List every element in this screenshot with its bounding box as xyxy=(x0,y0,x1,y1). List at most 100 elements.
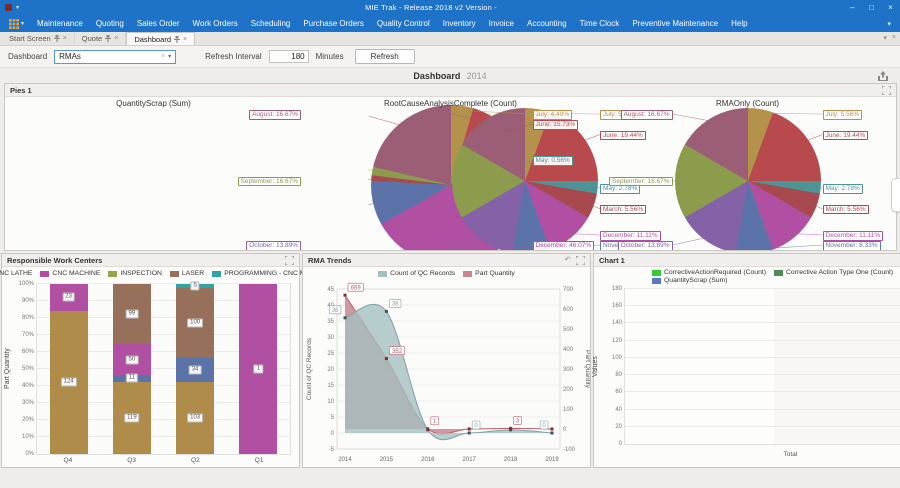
bar-segment-cnc-lathe[interactable]: 34 xyxy=(176,358,214,382)
combo-clear-icon[interactable]: × xyxy=(161,53,165,60)
bar-segment-cnc-machine[interactable]: 50 xyxy=(113,344,151,374)
bar-segment-blank[interactable]: 103 xyxy=(176,382,214,454)
y-tick-label: 140 xyxy=(598,320,622,326)
pin-icon[interactable] xyxy=(105,35,111,42)
y-tick-label: 40 xyxy=(598,407,622,413)
y-tick-label: 0% xyxy=(10,451,34,457)
svg-text:38: 38 xyxy=(392,302,399,308)
close-all-tabs-icon[interactable]: × xyxy=(892,34,896,42)
stacked-bar-q4[interactable]: 12423 xyxy=(50,284,88,454)
legend-swatch xyxy=(774,270,783,276)
app-grid-icon xyxy=(9,19,19,29)
pie-slice-label: September: 16.67% xyxy=(238,177,301,187)
y-tick-label: 160 xyxy=(598,303,622,309)
stacked-bar-q2[interactable]: 103341005 xyxy=(176,284,214,454)
menu-item-work-orders[interactable]: Work Orders xyxy=(193,19,238,28)
quick-access-toolbar[interactable]: ▾ xyxy=(5,4,19,11)
export-button[interactable] xyxy=(877,71,889,84)
svg-text:700: 700 xyxy=(563,287,574,293)
bar-segment-blank[interactable]: 119 xyxy=(113,382,151,455)
expand-icon[interactable] xyxy=(576,256,585,265)
bar-value-label: 99 xyxy=(126,310,139,319)
svg-text:2014: 2014 xyxy=(338,457,352,463)
svg-text:45: 45 xyxy=(327,287,334,293)
app-menu-button[interactable]: ▾ xyxy=(9,19,24,29)
menu-item-help[interactable]: Help xyxy=(731,19,747,28)
close-tab-icon[interactable]: × xyxy=(63,35,67,42)
flyout-handle[interactable] xyxy=(891,178,900,212)
tab-label: Quote xyxy=(82,34,102,43)
menu-item-sales-order[interactable]: Sales Order xyxy=(137,19,180,28)
bar-segment-cnc-lathe[interactable]: 11 xyxy=(113,375,151,382)
bar-value-label: 1 xyxy=(254,365,263,374)
menu-item-accounting[interactable]: Accounting xyxy=(527,19,567,28)
dashboard-content: Dashboard 2014 Pies 1 QuantityScrap (Sum… xyxy=(0,68,900,488)
menu-item-time-clock[interactable]: Time Clock xyxy=(580,19,620,28)
ribbon-collapse-icon[interactable]: ▾ xyxy=(887,20,891,28)
menu-item-preventive-maintenance[interactable]: Preventive Maintenance xyxy=(632,19,718,28)
pie-slice-label: March: 5.56% xyxy=(600,205,646,215)
refresh-interval-input[interactable] xyxy=(269,50,309,63)
legend-label: QuantityScrap (Sum) xyxy=(664,277,727,284)
tab-dashboard[interactable]: Dashboard× xyxy=(126,32,195,45)
undo-icon[interactable]: ↶ xyxy=(564,256,571,264)
pin-icon[interactable] xyxy=(174,36,180,43)
chart1-chart: Values 020406080100120140160180 Total xyxy=(624,288,900,458)
legend-item-cnc-machine: CNC MACHINE xyxy=(40,270,100,277)
expand-icon[interactable] xyxy=(882,86,891,95)
page-title-text: Dashboard xyxy=(413,71,460,81)
combo-dropdown-icon[interactable]: ▾ xyxy=(168,53,171,60)
dashboard-combo[interactable]: RMAs × ▾ xyxy=(54,50,176,64)
svg-text:100: 100 xyxy=(563,407,574,413)
refresh-button[interactable]: Refresh xyxy=(355,49,415,64)
tab-list-chevron-icon[interactable]: ▾ xyxy=(883,34,887,42)
menu-item-invoice[interactable]: Invoice xyxy=(489,19,514,28)
y-tick-label: 60% xyxy=(10,349,34,355)
bar-segment-cnc-machine[interactable]: 1 xyxy=(239,284,277,454)
tab-quote[interactable]: Quote × xyxy=(75,32,127,45)
pie-circle[interactable] xyxy=(675,108,821,250)
bar-segment-blank[interactable]: 124 xyxy=(50,311,88,454)
bar-segment-programming-cnc-machining[interactable]: 5 xyxy=(176,284,214,288)
pie-slice-label: May: 0.56% xyxy=(533,156,573,166)
maximize-button[interactable]: □ xyxy=(862,0,881,15)
expand-icon[interactable] xyxy=(285,256,294,265)
rma-trends-title: RMA Trends xyxy=(308,256,351,265)
close-tab-icon[interactable]: × xyxy=(114,35,118,42)
close-button[interactable]: × xyxy=(881,0,900,15)
tab-start-screen[interactable]: Start Screen × xyxy=(2,32,75,45)
pie-slice-label: June: 19.44% xyxy=(823,131,869,141)
pie-chart-title: RootCauseAnalysisComplete (Count) xyxy=(302,97,599,109)
export-icon xyxy=(877,71,889,82)
svg-text:2015: 2015 xyxy=(380,457,394,463)
close-tab-icon[interactable]: × xyxy=(183,36,187,43)
tab-label: Start Screen xyxy=(9,34,51,43)
menu-item-quoting[interactable]: Quoting xyxy=(96,19,124,28)
svg-text:10: 10 xyxy=(327,399,334,405)
menu-item-maintenance[interactable]: Maintenance xyxy=(37,19,83,28)
legend-item-count-of-qc-records: Count of QC Records xyxy=(378,270,455,277)
menu-item-inventory[interactable]: Inventory xyxy=(443,19,476,28)
bar-segment-laser[interactable]: 100 xyxy=(176,288,214,358)
chart1-panel: Chart 1 CorrectiveActionRequired (Count)… xyxy=(593,253,900,468)
menu-item-quality-control[interactable]: Quality Control xyxy=(377,19,430,28)
page-title: Dashboard 2014 xyxy=(0,68,900,83)
legend-swatch xyxy=(378,271,387,277)
menu-item-purchase-orders[interactable]: Purchase Orders xyxy=(303,19,363,28)
stacked-bar-q1[interactable]: 1 xyxy=(239,284,277,454)
gridline xyxy=(625,340,900,341)
stacked-bar-q3[interactable]: 1191150 99 xyxy=(113,284,151,454)
pie-slice-label: July: 5.56% xyxy=(823,110,863,120)
chart1-header: Chart 1 xyxy=(594,254,900,267)
svg-text:352: 352 xyxy=(392,349,403,355)
bar-segment-laser[interactable]: 99 xyxy=(113,284,151,344)
menu-item-scheduling[interactable]: Scheduling xyxy=(251,19,291,28)
rma-trends-panel: RMA Trends ↶ Count of QC RecordsPart Qua… xyxy=(302,253,591,468)
chart1-y-axis-title: Values xyxy=(591,288,600,446)
legend-label: Corrective Action Type One (Count) xyxy=(786,269,893,276)
svg-text:5: 5 xyxy=(331,415,335,421)
bar-segment-cnc-machine[interactable]: 23 xyxy=(50,284,88,311)
pin-icon[interactable] xyxy=(54,35,60,42)
minimize-button[interactable]: – xyxy=(843,0,862,15)
dashboard-combo-label: Dashboard xyxy=(8,52,47,61)
